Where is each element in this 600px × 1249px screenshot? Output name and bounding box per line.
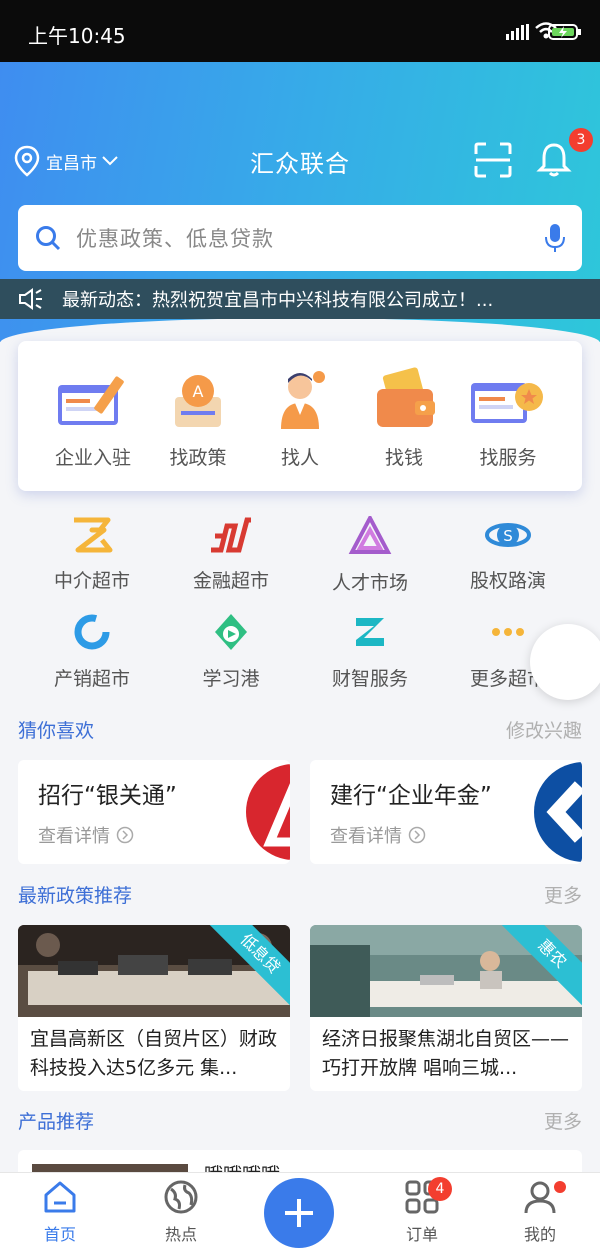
market-learning[interactable]: 学习港	[166, 612, 296, 691]
speaker-icon	[19, 288, 42, 310]
service-label: 企业入驻	[54, 447, 131, 469]
search-icon	[36, 226, 61, 251]
view-details-link[interactable]: 查看详情	[330, 822, 426, 848]
bell-icon	[536, 143, 572, 177]
tab-label: 首页	[43, 1225, 76, 1244]
status-time: 上午10:45	[28, 24, 126, 48]
scan-icon	[474, 142, 512, 178]
policy-card[interactable]: 低息贷 宜昌高新区（自贸片区）财政科技投入达5亿多元 集...	[18, 925, 290, 1091]
svg-text:A: A	[193, 382, 204, 401]
policy-card[interactable]: 惠农 经济日报聚焦湖北自贸区——巧打开放牌 唱响三城...	[310, 925, 582, 1091]
signal-icon	[506, 24, 530, 44]
market-finance[interactable]: 金融超市	[166, 516, 296, 593]
market-label: 财智服务	[331, 668, 408, 690]
floating-button[interactable]	[530, 624, 600, 700]
talent-icon	[348, 513, 392, 554]
market-label: 人才市场	[331, 572, 408, 594]
market-wealth[interactable]: 财智服务	[305, 612, 435, 691]
section-title-products: 产品推荐	[18, 1111, 95, 1133]
wallet-icon	[377, 367, 435, 427]
service-enterprise[interactable]: 企业入驻	[43, 367, 143, 470]
sales-icon	[74, 614, 110, 650]
policy-more-link[interactable]: 更多	[544, 881, 582, 908]
scan-button[interactable]	[474, 142, 512, 182]
notification-badge: 3	[569, 128, 593, 152]
agency-icon	[74, 517, 113, 553]
market-label: 股权路演	[469, 570, 546, 592]
section-title-guess: 猜你喜欢	[18, 720, 95, 742]
market-label: 学习港	[202, 668, 260, 690]
plus-icon	[285, 1199, 313, 1227]
policy-icon: A	[175, 375, 221, 427]
market-label: 金融超市	[192, 570, 269, 592]
view-details-link[interactable]: 查看详情	[38, 822, 134, 848]
market-equity[interactable]: S 股权路演	[443, 516, 573, 593]
recommend-card[interactable]: 招行“银关通” 查看详情	[18, 760, 290, 864]
person-icon	[281, 371, 325, 429]
notification-button[interactable]	[536, 140, 572, 182]
home-icon	[44, 1181, 76, 1213]
microphone-icon[interactable]	[544, 222, 566, 254]
battery-icon	[548, 24, 582, 44]
service-person[interactable]: 找人	[250, 367, 350, 470]
globe-icon	[164, 1180, 198, 1214]
market-talent[interactable]: 人才市场	[305, 513, 435, 595]
chevron-circle-icon	[408, 826, 425, 844]
add-button[interactable]	[264, 1178, 334, 1248]
equity-icon: S	[485, 523, 531, 547]
service-service[interactable]: 找服务	[458, 367, 558, 470]
finance-icon	[211, 517, 251, 553]
tab-label: 热点	[164, 1225, 197, 1244]
user-icon	[524, 1181, 556, 1214]
svg-text:S: S	[503, 527, 513, 545]
tab-home[interactable]: 首页	[10, 1179, 110, 1245]
cmb-logo-icon	[246, 764, 290, 860]
service-label: 找政策	[169, 447, 227, 469]
ccb-logo-icon	[534, 762, 582, 862]
learning-icon	[215, 614, 247, 650]
service-label: 找人	[280, 447, 319, 469]
market-sales[interactable]: 产销超市	[27, 612, 157, 691]
service-icon	[471, 383, 543, 423]
service-label: 找钱	[384, 447, 423, 469]
search-input[interactable]: 优惠政策、低息贷款	[76, 223, 544, 253]
enterprise-icon	[58, 376, 124, 425]
service-money[interactable]: 找钱	[354, 367, 454, 470]
tab-orders[interactable]: 订单 4	[372, 1177, 472, 1245]
market-label: 中介超市	[53, 570, 130, 592]
section-title-policy: 最新政策推荐	[18, 885, 133, 907]
service-card: 企业入驻 A 找政策 找人 找钱 找服务	[18, 341, 582, 491]
search-bar[interactable]: 优惠政策、低息贷款	[18, 205, 582, 271]
recommend-title: 招行“银关通”	[38, 783, 177, 809]
recommend-title: 建行“企业年金”	[330, 783, 492, 809]
edit-interests-link[interactable]: 修改兴趣	[506, 716, 582, 743]
orders-badge: 4	[428, 1177, 452, 1201]
tab-label: 订单	[405, 1225, 438, 1244]
news-ticker[interactable]: 最新动态：热烈祝贺宜昌市中兴科技有限公司成立！...	[0, 279, 600, 319]
tab-label: 我的	[523, 1225, 556, 1244]
policy-text: 经济日报聚焦湖北自贸区——巧打开放牌 唱响三城...	[322, 1028, 570, 1079]
status-bar: 上午10:45	[0, 0, 600, 62]
news-text: 最新动态：热烈祝贺宜昌市中兴科技有限公司成立！...	[62, 290, 494, 311]
unread-dot	[554, 1181, 566, 1193]
tab-hot[interactable]: 热点	[131, 1179, 231, 1245]
service-policy[interactable]: A 找政策	[148, 367, 248, 470]
market-label: 产销超市	[53, 668, 130, 690]
more-icon	[492, 628, 524, 636]
tab-mine[interactable]: 我的	[490, 1179, 590, 1245]
service-label: 找服务	[479, 447, 537, 469]
market-agency[interactable]: 中介超市	[27, 516, 157, 593]
products-more-link[interactable]: 更多	[544, 1107, 582, 1134]
chevron-circle-icon	[116, 826, 133, 844]
policy-text: 宜昌高新区（自贸片区）财政科技投入达5亿多元 集...	[30, 1028, 278, 1079]
recommend-card[interactable]: 建行“企业年金” 查看详情	[310, 760, 582, 864]
wealth-icon	[356, 618, 384, 646]
